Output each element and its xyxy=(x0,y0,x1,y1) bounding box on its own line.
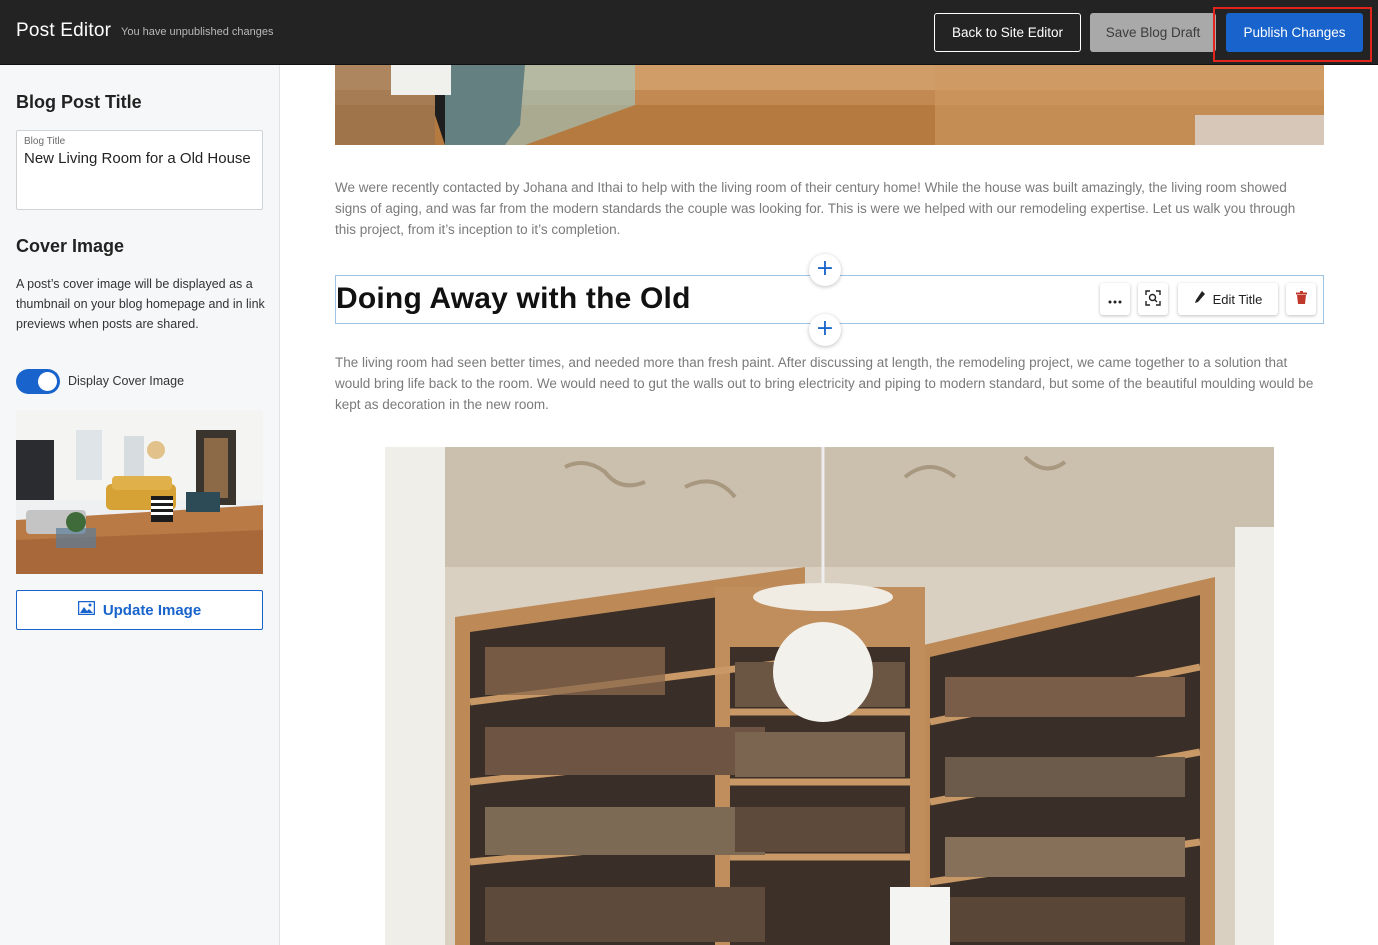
add-block-above-button[interactable]: + xyxy=(809,254,841,286)
blog-title-field-label: Blog Title xyxy=(24,136,66,147)
post-canvas: We were recently contacted by Johana and… xyxy=(281,65,1378,945)
focus-button[interactable] xyxy=(1138,283,1168,315)
blog-title-field-value[interactable]: New Living Room for a Old House xyxy=(24,149,254,169)
focus-search-icon xyxy=(1145,289,1161,309)
cover-image-thumbnail xyxy=(16,410,263,574)
hero-image[interactable] xyxy=(335,65,1324,145)
update-image-button[interactable]: Update Image xyxy=(16,590,263,630)
update-image-label: Update Image xyxy=(102,601,202,619)
pencil-icon xyxy=(1194,291,1205,307)
more-options-button[interactable] xyxy=(1100,283,1130,315)
edit-title-button[interactable]: Edit Title xyxy=(1178,283,1278,315)
paragraph-2[interactable]: The living room had seen better times, a… xyxy=(335,352,1320,415)
display-cover-toggle[interactable] xyxy=(16,369,60,394)
trash-icon xyxy=(1295,291,1307,307)
top-bar: Post Editor You have unpublished changes… xyxy=(0,0,1378,65)
save-blog-draft-button[interactable]: Save Blog Draft xyxy=(1090,13,1216,52)
ellipsis-icon xyxy=(1108,292,1122,307)
blog-title-field[interactable]: Blog Title New Living Room for a Old Hou… xyxy=(16,130,263,210)
section-heading[interactable]: Doing Away with the Old xyxy=(336,282,691,316)
edit-title-label: Edit Title xyxy=(1212,291,1263,307)
add-block-below-button[interactable]: + xyxy=(809,314,841,346)
blog-post-title-heading: Blog Post Title xyxy=(16,92,142,112)
delete-block-button[interactable] xyxy=(1286,283,1316,315)
cover-image-heading: Cover Image xyxy=(16,236,125,256)
display-cover-toggle-label: Display Cover Image xyxy=(68,374,185,388)
cover-image-description: A post’s cover image will be displayed a… xyxy=(16,277,265,331)
paragraph-1[interactable]: We were recently contacted by Johana and… xyxy=(335,177,1320,240)
toggle-knob xyxy=(38,372,57,391)
unpublished-status: You have unpublished changes xyxy=(121,26,274,38)
image-icon xyxy=(77,600,96,619)
sidebar: Blog Post Title Blog Title New Living Ro… xyxy=(0,65,280,945)
bookshelf-image[interactable] xyxy=(385,447,1274,945)
back-to-site-editor-button[interactable]: Back to Site Editor xyxy=(934,13,1081,52)
publish-changes-button[interactable]: Publish Changes xyxy=(1226,13,1363,52)
page-title: Post Editor xyxy=(16,20,112,41)
